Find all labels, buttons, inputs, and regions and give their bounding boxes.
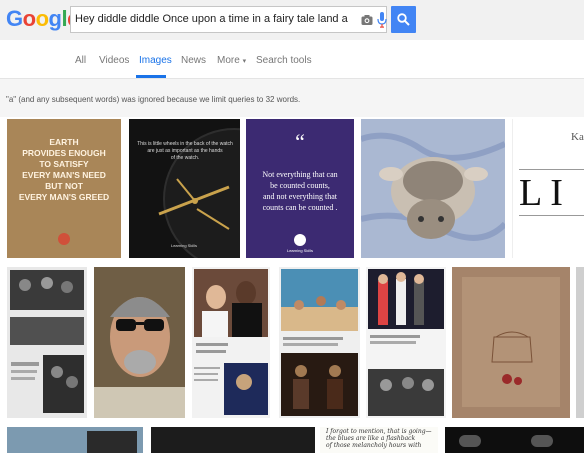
result-handwritten-note[interactable]: I forgot to mention, that is going— the … [320, 427, 438, 453]
result-kitten-photo[interactable] [361, 119, 505, 258]
google-logo[interactable]: Google [6, 6, 79, 32]
logo-letter: o [22, 6, 36, 31]
query-limit-notice: "a" (and any subsequent words) was ignor… [6, 95, 301, 104]
logo-letter: o [35, 6, 49, 31]
handwritten-text: I forgot to mention, that is going— the … [326, 428, 432, 449]
stage-photo [368, 269, 444, 416]
beach-photo [281, 269, 358, 416]
badge-label: Learning Skills [170, 243, 197, 248]
collage-photo [194, 269, 268, 415]
header-bar: Google Hey diddle diddle Once upon a tim… [0, 0, 584, 40]
result-band-archive[interactable] [7, 267, 87, 418]
tab-more[interactable]: More ▾ [217, 55, 246, 66]
sepia-photo [452, 267, 570, 418]
counts-quote-text: Not everything that can be counted count… [262, 170, 338, 212]
divider [519, 169, 584, 170]
result-band-onstage[interactable] [366, 267, 446, 418]
tab-search-tools[interactable]: Search tools [256, 55, 312, 66]
result-partial-bw[interactable] [445, 427, 584, 453]
search-icon [397, 13, 410, 26]
result-partial-blue[interactable] [7, 427, 143, 453]
result-couple-collage[interactable] [192, 267, 270, 418]
result-partial-dark[interactable] [151, 427, 315, 453]
logo-letter: g [48, 6, 62, 31]
watch-face-icon [158, 128, 240, 258]
chevron-down-icon: ▾ [242, 58, 247, 65]
tab-all[interactable]: All [75, 55, 86, 66]
kitten-photo [361, 119, 505, 258]
search-tabs: All Videos Images News More ▾ Search too… [0, 40, 584, 79]
tab-videos[interactable]: Videos [99, 55, 129, 66]
earth-quote-text: EARTH PROVIDES ENOUGH TO SATISFY EVERY M… [18, 137, 110, 202]
tab-images[interactable]: Images [139, 55, 172, 66]
partial-figure [87, 431, 137, 453]
badge-label: Learning Skills [286, 248, 313, 253]
partial-figure [459, 435, 481, 447]
divider [519, 215, 584, 216]
result-watch-quote[interactable]: This is little wheels in the back of the… [129, 119, 240, 258]
mic-icon[interactable] [377, 12, 387, 33]
result-life-text[interactable]: Ka LI [512, 119, 584, 258]
tab-news[interactable]: News [181, 55, 206, 66]
search-button[interactable] [391, 6, 416, 33]
partial-figure [531, 435, 553, 447]
result-earth-quote[interactable]: EARTH PROVIDES ENOUGH TO SATISFY EVERY M… [7, 119, 121, 258]
tab-more-label: More [217, 55, 240, 66]
result-man-sunglasses[interactable] [94, 267, 185, 418]
band-photo [10, 270, 84, 413]
quote-mark-icon: “ [295, 129, 305, 154]
result-beach-concert[interactable] [279, 267, 360, 418]
life-top-text: Ka [571, 131, 584, 143]
notice-bar: "a" (and any subsequent words) was ignor… [0, 79, 584, 117]
camera-icon[interactable] [361, 13, 373, 31]
search-query-text[interactable]: Hey diddle diddle Once upon a time in a … [75, 13, 351, 25]
logo-badge-icon [58, 233, 70, 245]
result-sepia-art[interactable] [452, 267, 570, 418]
search-input[interactable]: Hey diddle diddle Once upon a time in a … [70, 6, 387, 33]
active-tab-indicator [136, 75, 166, 78]
result-partial-image[interactable] [576, 267, 584, 418]
logo-letter: G [6, 6, 23, 31]
watch-quote-text: This is little wheels in the back of the… [137, 141, 233, 161]
logo-badge-icon [294, 234, 306, 246]
portrait-photo [94, 267, 185, 418]
result-counts-quote[interactable]: “ Not everything that can be counted cou… [246, 119, 354, 258]
life-title-text: LI [519, 172, 571, 214]
